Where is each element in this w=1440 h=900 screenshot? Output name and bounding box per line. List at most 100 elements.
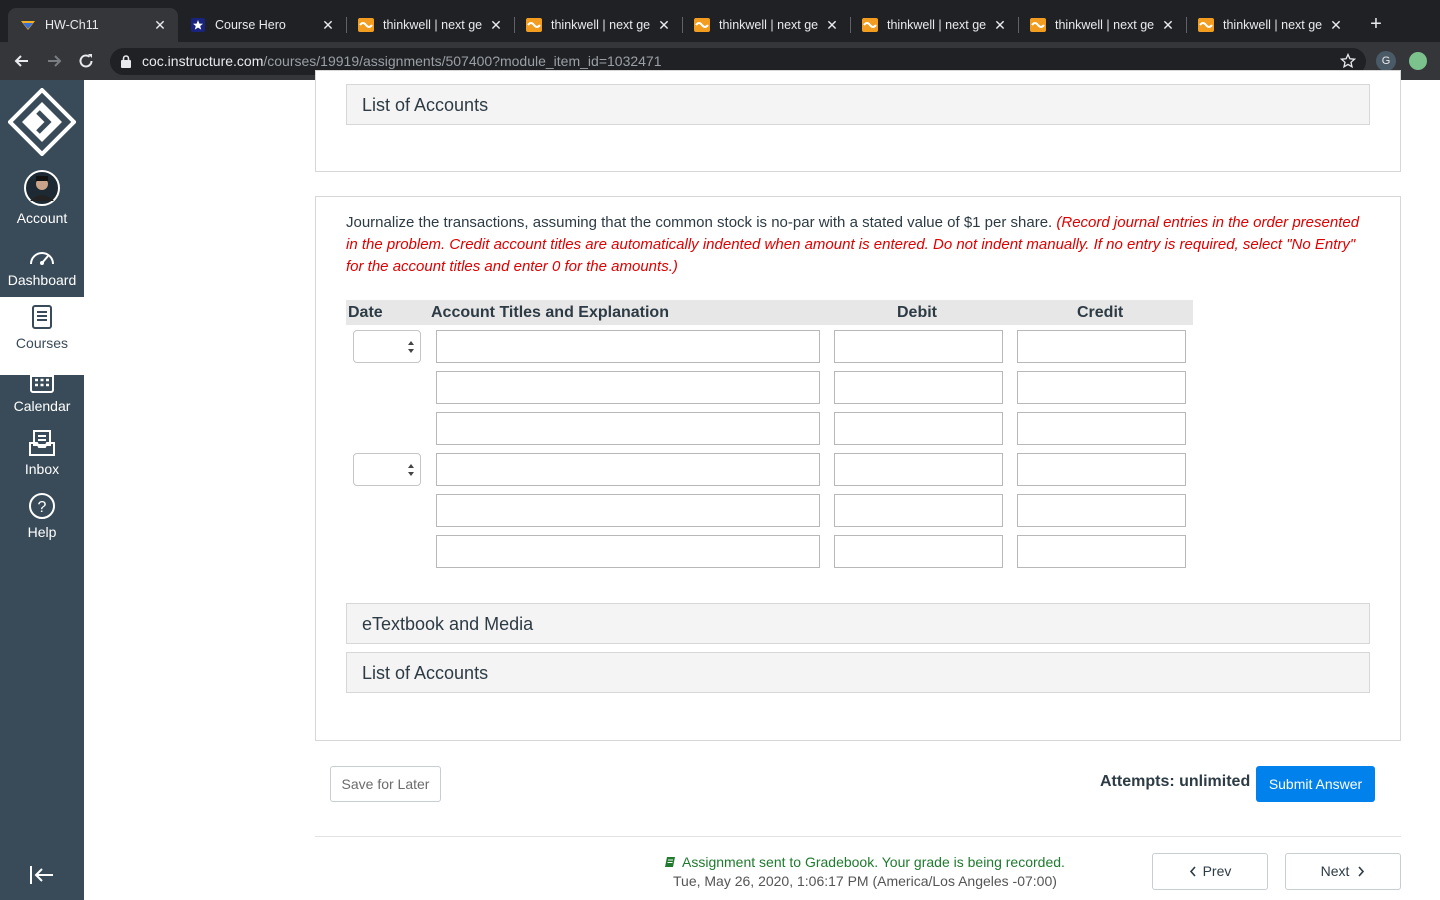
gradebook-status: Assignment sent to Gradebook. Your grade… [664,854,1065,870]
browser-tab-thinkwell[interactable]: thinkwell | next ge ✕ [1186,8,1354,42]
account-title-input[interactable] [436,535,820,568]
collapse-nav-icon[interactable] [29,865,55,885]
browser-tab-hw-ch11[interactable]: HW-Ch11 ✕ [8,8,178,42]
date-select[interactable] [353,453,421,486]
thinkwell-icon [1030,18,1046,32]
debit-input[interactable] [834,494,1003,527]
next-label: Next [1320,863,1350,879]
nav-inbox[interactable]: Inbox [0,429,84,491]
courses-icon [32,305,52,329]
nav-courses[interactable]: Courses [0,297,84,375]
account-title-input[interactable] [436,494,820,527]
nav-label: Courses [15,335,69,351]
nav-help[interactable]: ? Help [0,492,84,554]
canvas-icon [21,21,35,30]
header-account-titles: Account Titles and Explanation [431,304,669,321]
lock-icon [121,55,131,68]
account-title-input[interactable] [436,371,820,404]
tab-title: Course Hero [215,18,286,32]
tab-title: thinkwell | next ge [1223,18,1323,32]
tab-title: thinkwell | next ge [1055,18,1155,32]
save-for-later-button[interactable]: Save for Later [330,766,441,802]
forward-arrow-icon[interactable] [44,51,64,71]
bookmark-star-icon[interactable] [1340,53,1356,69]
browser-tab-thinkwell[interactable]: thinkwell | next ge ✕ [682,8,851,42]
nav-account[interactable]: Account [0,170,84,230]
credit-input[interactable] [1017,494,1186,527]
nav-calendar[interactable]: Calendar [0,366,84,428]
next-button[interactable]: Next [1285,853,1401,890]
date-select[interactable] [353,330,421,363]
close-tab-icon[interactable]: ✕ [152,17,168,33]
tab-title: thinkwell | next ge [887,18,987,32]
back-arrow-icon[interactable] [12,51,32,71]
prev-button[interactable]: Prev [1152,853,1268,890]
debit-input[interactable] [834,330,1003,363]
account-title-input[interactable] [436,330,820,363]
gradebook-timestamp: Tue, May 26, 2020, 1:06:17 PM (America/L… [673,873,1057,889]
nav-label: Calendar [13,398,71,414]
url-text: coc.instructure.com/courses/19919/assign… [142,53,662,69]
gradebook-message: Assignment sent to Gradebook. Your grade… [682,854,1065,870]
list-of-accounts-accordion[interactable]: List of Accounts [346,652,1370,693]
etextbook-accordion[interactable]: eTextbook and Media [346,603,1370,644]
credit-input[interactable] [1017,453,1186,486]
instruction-text: Journalize the transactions, assuming th… [346,214,1053,231]
browser-tab-thinkwell[interactable]: thinkwell | next ge ✕ [346,8,515,42]
chevron-right-icon [1358,866,1365,877]
nav-label: Inbox [24,461,60,477]
global-nav-sidebar: Account Dashboard Courses Calendar Inbox… [0,80,84,900]
debit-input[interactable] [834,535,1003,568]
credit-input[interactable] [1017,330,1186,363]
footer-divider [315,836,1401,837]
browser-tab-thinkwell[interactable]: thinkwell | next ge ✕ [850,8,1019,42]
submit-answer-button[interactable]: Submit Answer [1256,766,1375,802]
extension-icon[interactable] [1409,52,1427,70]
prev-label: Prev [1202,863,1232,879]
list-of-accounts-accordion[interactable]: List of Accounts [346,84,1370,125]
close-tab-icon[interactable]: ✕ [1160,17,1176,33]
close-tab-icon[interactable]: ✕ [824,17,840,33]
close-tab-icon[interactable]: ✕ [320,17,336,33]
browser-tab-course-hero[interactable]: Course Hero ✕ [178,8,347,42]
help-icon: ? [29,493,55,519]
debit-input[interactable] [834,371,1003,404]
attempts-label: Attempts: unlimited [1100,773,1251,790]
gradebook-icon [665,857,675,867]
nav-label: Account [16,210,68,226]
avatar-icon [24,170,60,206]
close-tab-icon[interactable]: ✕ [992,17,1008,33]
browser-tab-thinkwell[interactable]: thinkwell | next ge ✕ [514,8,683,42]
svg-text:?: ? [38,499,47,516]
debit-input[interactable] [834,412,1003,445]
coursehero-icon [191,18,205,32]
thinkwell-icon [358,18,374,32]
url-host: coc.instructure.com [142,53,264,69]
browser-tab-thinkwell[interactable]: thinkwell | next ge ✕ [1018,8,1187,42]
account-title-input[interactable] [436,453,820,486]
reload-icon[interactable] [76,51,96,71]
thinkwell-icon [526,18,542,32]
url-path: /courses/19919/assignments/507400?module… [263,53,662,69]
inbox-icon [29,430,55,456]
header-date: Date [348,304,383,321]
browser-tab-strip: HW-Ch11 ✕ Course Hero ✕ thinkwell | next… [0,0,1440,42]
calendar-icon [30,367,54,393]
credit-input[interactable] [1017,535,1186,568]
debit-input[interactable] [834,453,1003,486]
credit-input[interactable] [1017,412,1186,445]
thinkwell-icon [694,18,710,32]
nav-label: Dashboard [7,272,77,288]
select-arrows-icon [408,464,414,476]
tab-title: HW-Ch11 [45,18,99,32]
journal-table-header: Date Account Titles and Explanation Debi… [346,300,1193,325]
close-tab-icon[interactable]: ✕ [656,17,672,33]
close-tab-icon[interactable]: ✕ [1328,17,1344,33]
credit-input[interactable] [1017,371,1186,404]
profile-avatar[interactable]: G [1376,51,1396,71]
close-tab-icon[interactable]: ✕ [488,17,504,33]
new-tab-button[interactable]: + [1366,14,1386,34]
account-title-input[interactable] [436,412,820,445]
header-debit: Debit [897,304,937,321]
canvas-logo-icon[interactable] [8,88,76,156]
